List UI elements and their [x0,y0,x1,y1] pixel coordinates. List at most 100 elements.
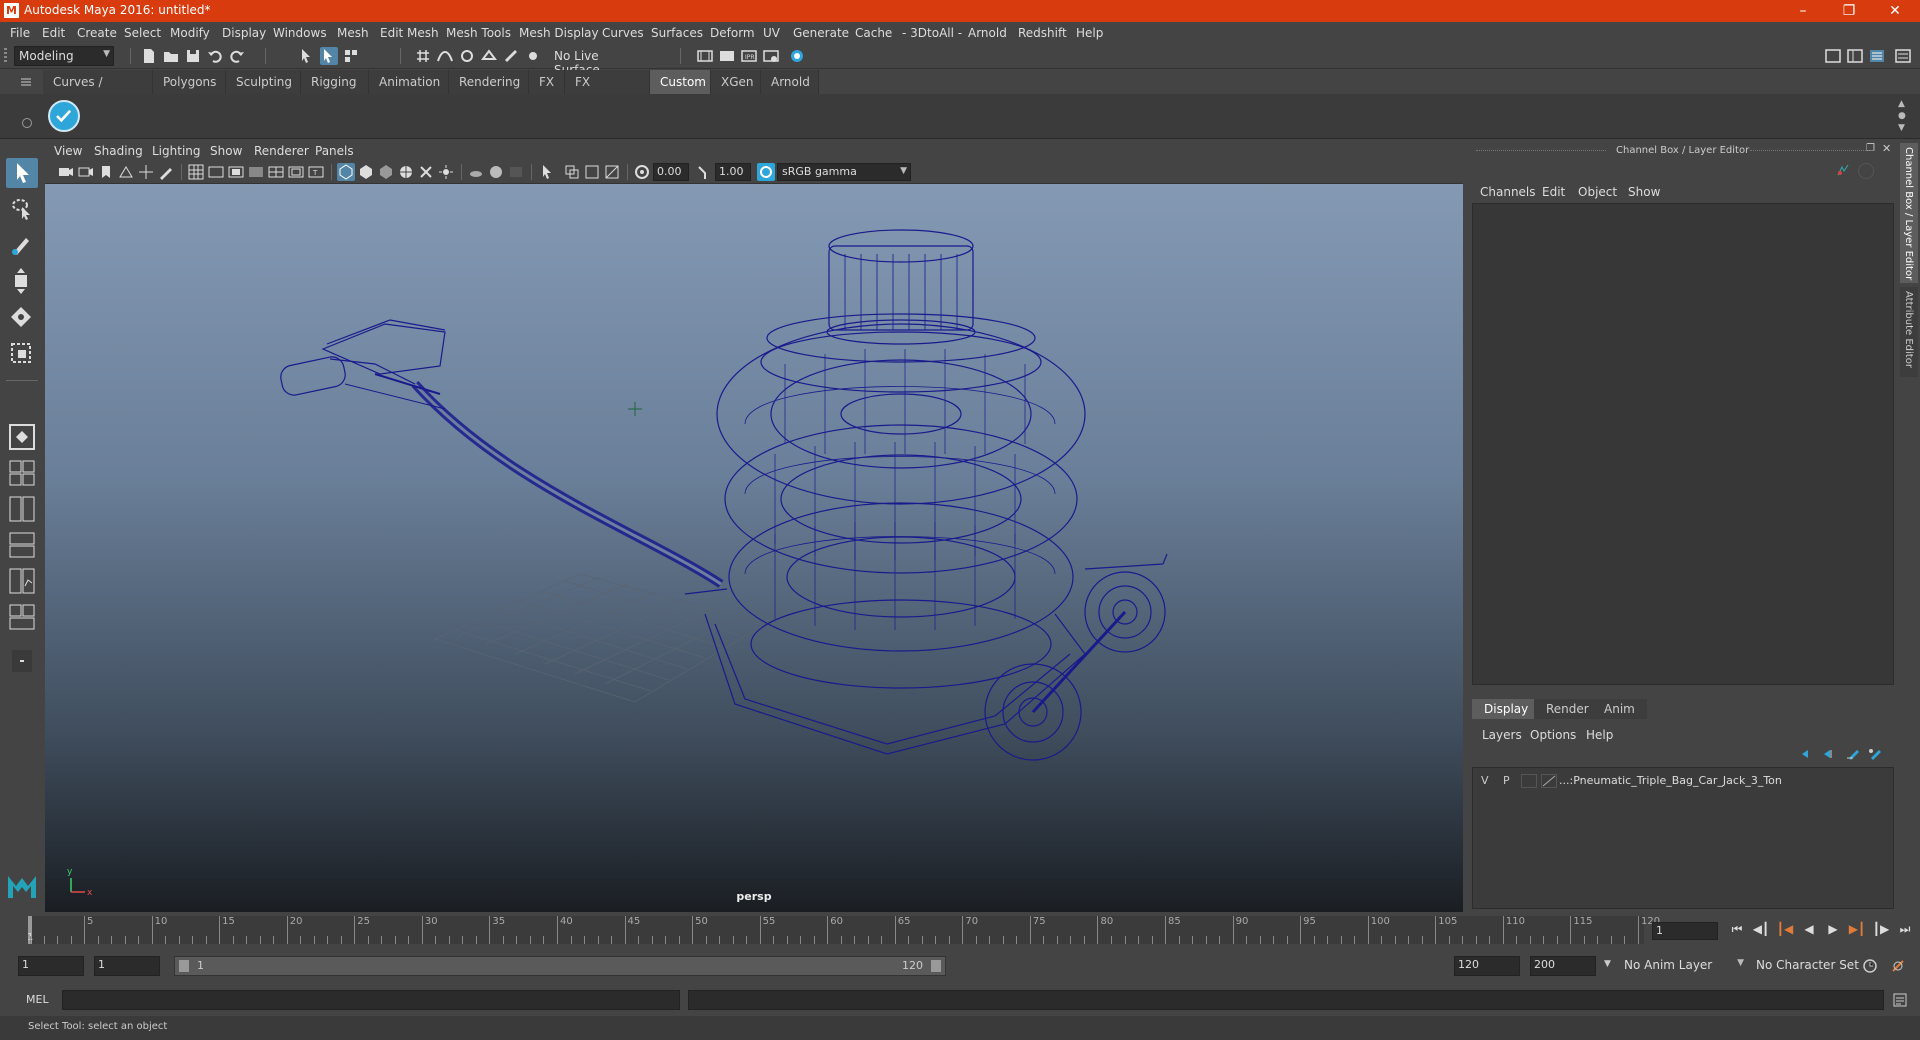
exposure-field[interactable]: 0.00 [653,163,689,181]
layer-visibility-toggle[interactable]: V [1481,774,1489,787]
layer-tab-display[interactable]: Display [1472,699,1541,719]
character-set-dropdown[interactable]: No Character Set [1752,956,1866,976]
menu-select[interactable]: Select [124,26,161,40]
shelf-menu-icon[interactable] [20,76,32,88]
3d-viewport[interactable]: y x persp [45,184,1463,912]
render-frame-icon[interactable] [718,47,736,65]
vp-menu-show[interactable]: Show [210,144,242,158]
layout-two-pane-icon[interactable] [6,494,38,524]
menu-mesh[interactable]: Mesh [337,26,369,40]
rotate-tool-icon[interactable] [6,302,38,332]
select-by-component-icon[interactable] [342,47,360,65]
hypershade-icon[interactable] [788,47,806,65]
side-tab-attribute-editor[interactable]: Attribute Editor [1900,287,1918,377]
menu-deform[interactable]: Deform [710,26,755,40]
shelf-tab-xgen[interactable]: XGen [711,70,761,94]
shelf-tab-animation[interactable]: Animation [369,70,449,94]
command-language-toggle[interactable]: MEL [26,993,49,1006]
shelf-tab-curves-surfaces[interactable]: Curves / Surfaces [43,70,153,113]
menu-windows[interactable]: Windows [273,26,327,40]
snap-point-icon[interactable] [458,47,476,65]
ipr-render-icon[interactable]: IPR [740,47,758,65]
current-frame-field[interactable]: 1 [1652,922,1718,940]
snap-grid-icon[interactable] [414,47,432,65]
3dtoall-shelf-icon[interactable] [48,100,80,132]
playback-start-field[interactable]: 1 [94,956,160,976]
menu-generate[interactable]: Generate [793,26,849,40]
workspace-icon[interactable] [1824,47,1842,65]
image-plane-icon[interactable] [117,163,135,181]
channel-box-manipulator-icon[interactable] [1858,163,1874,179]
layer-color-swatch[interactable] [1541,774,1557,788]
side-tab-channel-box[interactable]: Channel Box / Layer Editor [1900,143,1918,283]
paint-select-tool-icon[interactable] [6,230,38,260]
toggle-panels-icon[interactable] [1846,47,1864,65]
vp-menu-view[interactable]: View [54,144,82,158]
layer-menu-help[interactable]: Help [1586,728,1613,742]
make-live-icon[interactable] [502,47,520,65]
range-start-handle[interactable] [179,960,189,972]
shelf-tab-arnold[interactable]: Arnold [761,70,819,94]
menu-mesh-display[interactable]: Mesh Display [519,26,599,40]
move-layer-up-icon[interactable] [1800,747,1816,761]
shelf-settings-icon[interactable] [22,118,32,128]
channel-list[interactable] [1472,203,1894,685]
snap-view-plane-icon[interactable] [480,47,498,65]
select-by-object-icon[interactable] [320,47,338,65]
playback-end-field[interactable]: 120 [1454,956,1520,976]
menu-3dtoall[interactable]: - 3DtoAll - [902,26,962,40]
chevron-down-icon[interactable]: ▼ [1604,959,1611,969]
cb-menu-object[interactable]: Object [1578,185,1617,199]
lights-icon[interactable] [437,163,455,181]
wireframe-on-shaded-icon[interactable] [397,163,415,181]
menu-help[interactable]: Help [1076,26,1103,40]
menu-uv[interactable]: UV [763,26,780,40]
grid-toggle-icon[interactable] [187,163,205,181]
vp-menu-shading[interactable]: Shading [94,144,143,158]
more-layouts-icon[interactable] [6,646,38,676]
live-surface-field[interactable]: No Live Surface [550,47,648,77]
snap-surface-icon[interactable] [524,47,542,65]
anim-layer-dropdown[interactable]: No Anim Layer ▼ [1620,956,1744,976]
default-material-icon[interactable] [377,163,395,181]
menu-arnold[interactable]: Arnold [968,26,1007,40]
shelf-scroll-icon[interactable]: ▲ ● ▼ [1898,98,1906,134]
shelf-tab-rigging[interactable]: Rigging [301,70,369,94]
shelf-tab-fx-caching[interactable]: FX Caching [565,70,650,113]
gate-mask-icon[interactable] [247,163,265,181]
range-end-handle[interactable] [931,960,941,972]
two-d-pan-icon[interactable] [137,163,155,181]
layer-menu-layers[interactable]: Layers [1482,728,1522,742]
vp-menu-renderer[interactable]: Renderer [254,144,309,158]
minimize-button[interactable]: – [1780,0,1826,22]
layout-graph-icon[interactable] [6,566,38,596]
cb-menu-edit[interactable]: Edit [1542,185,1565,199]
isolate-select-icon[interactable] [539,163,557,181]
menu-display[interactable]: Display [222,26,266,40]
script-editor-icon[interactable] [1892,992,1908,1008]
layer-tab-render[interactable]: Render [1534,699,1601,719]
channel-box-toggle-icon[interactable] [1868,47,1886,65]
menu-edit[interactable]: Edit [42,26,65,40]
animation-preferences-icon[interactable] [1890,958,1906,974]
layer-menu-options[interactable]: Options [1530,728,1576,742]
backface-culling-icon[interactable] [603,163,621,181]
gamma-field[interactable]: 1.00 [715,163,751,181]
move-layer-down-icon[interactable] [1822,747,1838,761]
menu-modify[interactable]: Modify [170,26,210,40]
layout-single-pane-icon[interactable] [6,422,38,452]
play-backwards-icon[interactable]: ◀ [1800,920,1818,938]
vp-menu-lighting[interactable]: Lighting [152,144,201,158]
layer-display-type-toggle[interactable] [1521,774,1537,788]
step-forward-frame-icon[interactable]: ┃▶ [1872,920,1890,938]
vp-menu-panels[interactable]: Panels [315,144,354,158]
cb-menu-show[interactable]: Show [1628,185,1660,199]
menu-curves[interactable]: Curves [602,26,644,40]
animation-end-field[interactable]: 200 [1530,956,1596,976]
shelf-tab-polygons[interactable]: Polygons [153,70,226,94]
close-panel-icon[interactable]: ✕ [1882,142,1891,155]
film-gate-icon[interactable] [207,163,225,181]
mode-dropdown[interactable]: Modeling ▼ [14,46,114,66]
play-forwards-icon[interactable]: ▶ [1824,920,1842,938]
shelf-tab-fx[interactable]: FX [529,70,565,94]
